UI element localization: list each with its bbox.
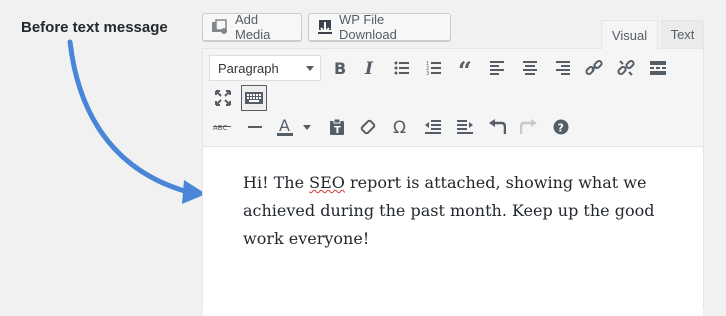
add-media-button[interactable]: Add Media — [202, 12, 302, 42]
svg-text:A: A — [279, 117, 290, 135]
toolbar-row-2: ABC A T Ω ? — [203, 114, 703, 142]
redo-icon[interactable] — [516, 114, 542, 140]
toolbar-row-1: Paragraph B I 123 “ — [203, 55, 703, 83]
blockquote-icon[interactable]: “ — [453, 55, 479, 81]
wp-file-download-button[interactable]: WP File Download — [308, 12, 451, 42]
editor-container: Paragraph B I 123 “ — [202, 48, 704, 316]
svg-text:ABC: ABC — [213, 124, 227, 132]
indent-icon[interactable] — [452, 114, 478, 140]
align-right-icon[interactable] — [549, 55, 575, 81]
toolbar-row-1b — [203, 85, 703, 113]
insert-link-icon[interactable] — [581, 55, 607, 81]
outdent-icon[interactable] — [420, 114, 446, 140]
text-color-icon[interactable]: A — [274, 114, 316, 140]
annotation-label: Before text message — [21, 19, 168, 36]
horizontal-line-icon[interactable] — [242, 114, 268, 140]
align-center-icon[interactable] — [517, 55, 543, 81]
help-icon[interactable]: ? — [548, 114, 574, 140]
tab-visual[interactable]: Visual — [601, 20, 658, 49]
italic-icon[interactable]: I — [357, 55, 383, 81]
format-select[interactable]: Paragraph — [209, 55, 321, 81]
svg-text:T: T — [334, 125, 341, 135]
strikethrough-icon[interactable]: ABC — [210, 114, 236, 140]
editor-content-area[interactable]: Hi! The SEO report is attached, showing … — [203, 146, 703, 316]
special-character-icon[interactable]: Ω — [388, 114, 414, 140]
toolbar-toggle-icon[interactable] — [241, 85, 267, 111]
media-icon — [211, 19, 229, 35]
paste-as-text-icon[interactable]: T — [324, 114, 350, 140]
undo-icon[interactable] — [484, 114, 510, 140]
download-icon — [317, 19, 333, 35]
message-paragraph: Hi! The SEO report is attached, showing … — [243, 169, 673, 253]
wp-file-download-label: WP File Download — [339, 12, 397, 42]
svg-text:“: “ — [458, 61, 472, 75]
bold-icon[interactable]: B — [327, 55, 353, 81]
spellcheck-word: SEO — [309, 173, 345, 192]
message-text-start: Hi! The — [243, 173, 310, 192]
svg-text:?: ? — [558, 122, 564, 135]
svg-text:3: 3 — [426, 71, 429, 75]
remove-link-icon[interactable] — [613, 55, 639, 81]
tab-text[interactable]: Text — [661, 20, 704, 48]
clear-formatting-icon[interactable] — [356, 114, 382, 140]
numbered-list-icon[interactable]: 123 — [421, 55, 447, 81]
add-media-label: Add Media — [235, 12, 271, 42]
format-select-value: Paragraph — [218, 60, 279, 76]
fullscreen-icon[interactable] — [210, 85, 236, 111]
bulleted-list-icon[interactable] — [389, 55, 415, 81]
align-left-icon[interactable] — [485, 55, 511, 81]
svg-text:Ω: Ω — [393, 119, 406, 135]
read-more-icon[interactable] — [645, 55, 671, 81]
svg-text:B: B — [334, 60, 346, 76]
svg-text:I: I — [364, 60, 374, 76]
chevron-down-icon — [306, 66, 314, 71]
